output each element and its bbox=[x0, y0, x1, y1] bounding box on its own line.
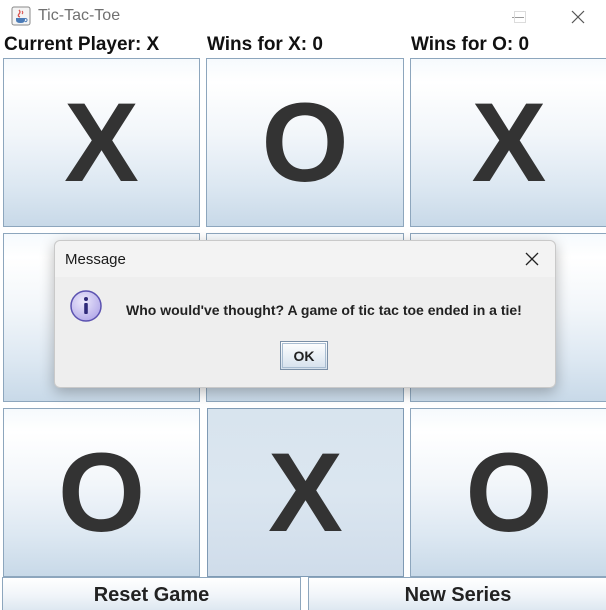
cell-mark: X bbox=[64, 79, 139, 205]
info-icon bbox=[70, 290, 102, 322]
board-cell-9[interactable]: O bbox=[410, 408, 606, 577]
close-icon bbox=[571, 10, 585, 23]
reset-game-button[interactable]: Reset Game bbox=[2, 577, 301, 610]
window-title: Tic-Tac-Toe bbox=[38, 7, 121, 24]
close-button[interactable] bbox=[555, 0, 601, 33]
title-bar: Tic-Tac-Toe bbox=[0, 0, 606, 33]
new-series-button[interactable]: New Series bbox=[308, 577, 606, 610]
board-cell-2[interactable]: O bbox=[206, 58, 404, 227]
cell-mark: O bbox=[465, 429, 553, 555]
board-cell-1[interactable]: X bbox=[3, 58, 200, 227]
message-dialog: Message Who would've thought? A game of … bbox=[54, 240, 556, 388]
app-window: Tic-Tac-Toe Current Player: X Wins for X… bbox=[0, 0, 606, 610]
board-cell-8[interactable]: X bbox=[207, 408, 404, 577]
dialog-message: Who would've thought? A game of tic tac … bbox=[126, 302, 522, 318]
java-app-icon bbox=[11, 6, 31, 26]
cell-mark: O bbox=[261, 79, 349, 205]
dialog-title-bar: Message bbox=[55, 241, 555, 277]
cell-mark: O bbox=[57, 429, 146, 555]
maximize-icon bbox=[514, 10, 526, 23]
maximize-button[interactable] bbox=[497, 0, 543, 33]
x-wins-label: Wins for X: 0 bbox=[207, 34, 323, 55]
board-cell-7[interactable]: O bbox=[3, 408, 200, 577]
close-icon bbox=[525, 252, 539, 266]
dialog-title: Message bbox=[65, 251, 126, 268]
board-cell-3[interactable]: X bbox=[410, 58, 606, 227]
cell-mark: X bbox=[268, 429, 343, 555]
cell-mark: X bbox=[471, 79, 547, 205]
dialog-close-button[interactable] bbox=[517, 245, 547, 273]
o-wins-label: Wins for O: 0 bbox=[411, 34, 530, 55]
current-player-label: Current Player: X bbox=[4, 34, 160, 55]
ok-button[interactable]: OK bbox=[280, 341, 328, 370]
